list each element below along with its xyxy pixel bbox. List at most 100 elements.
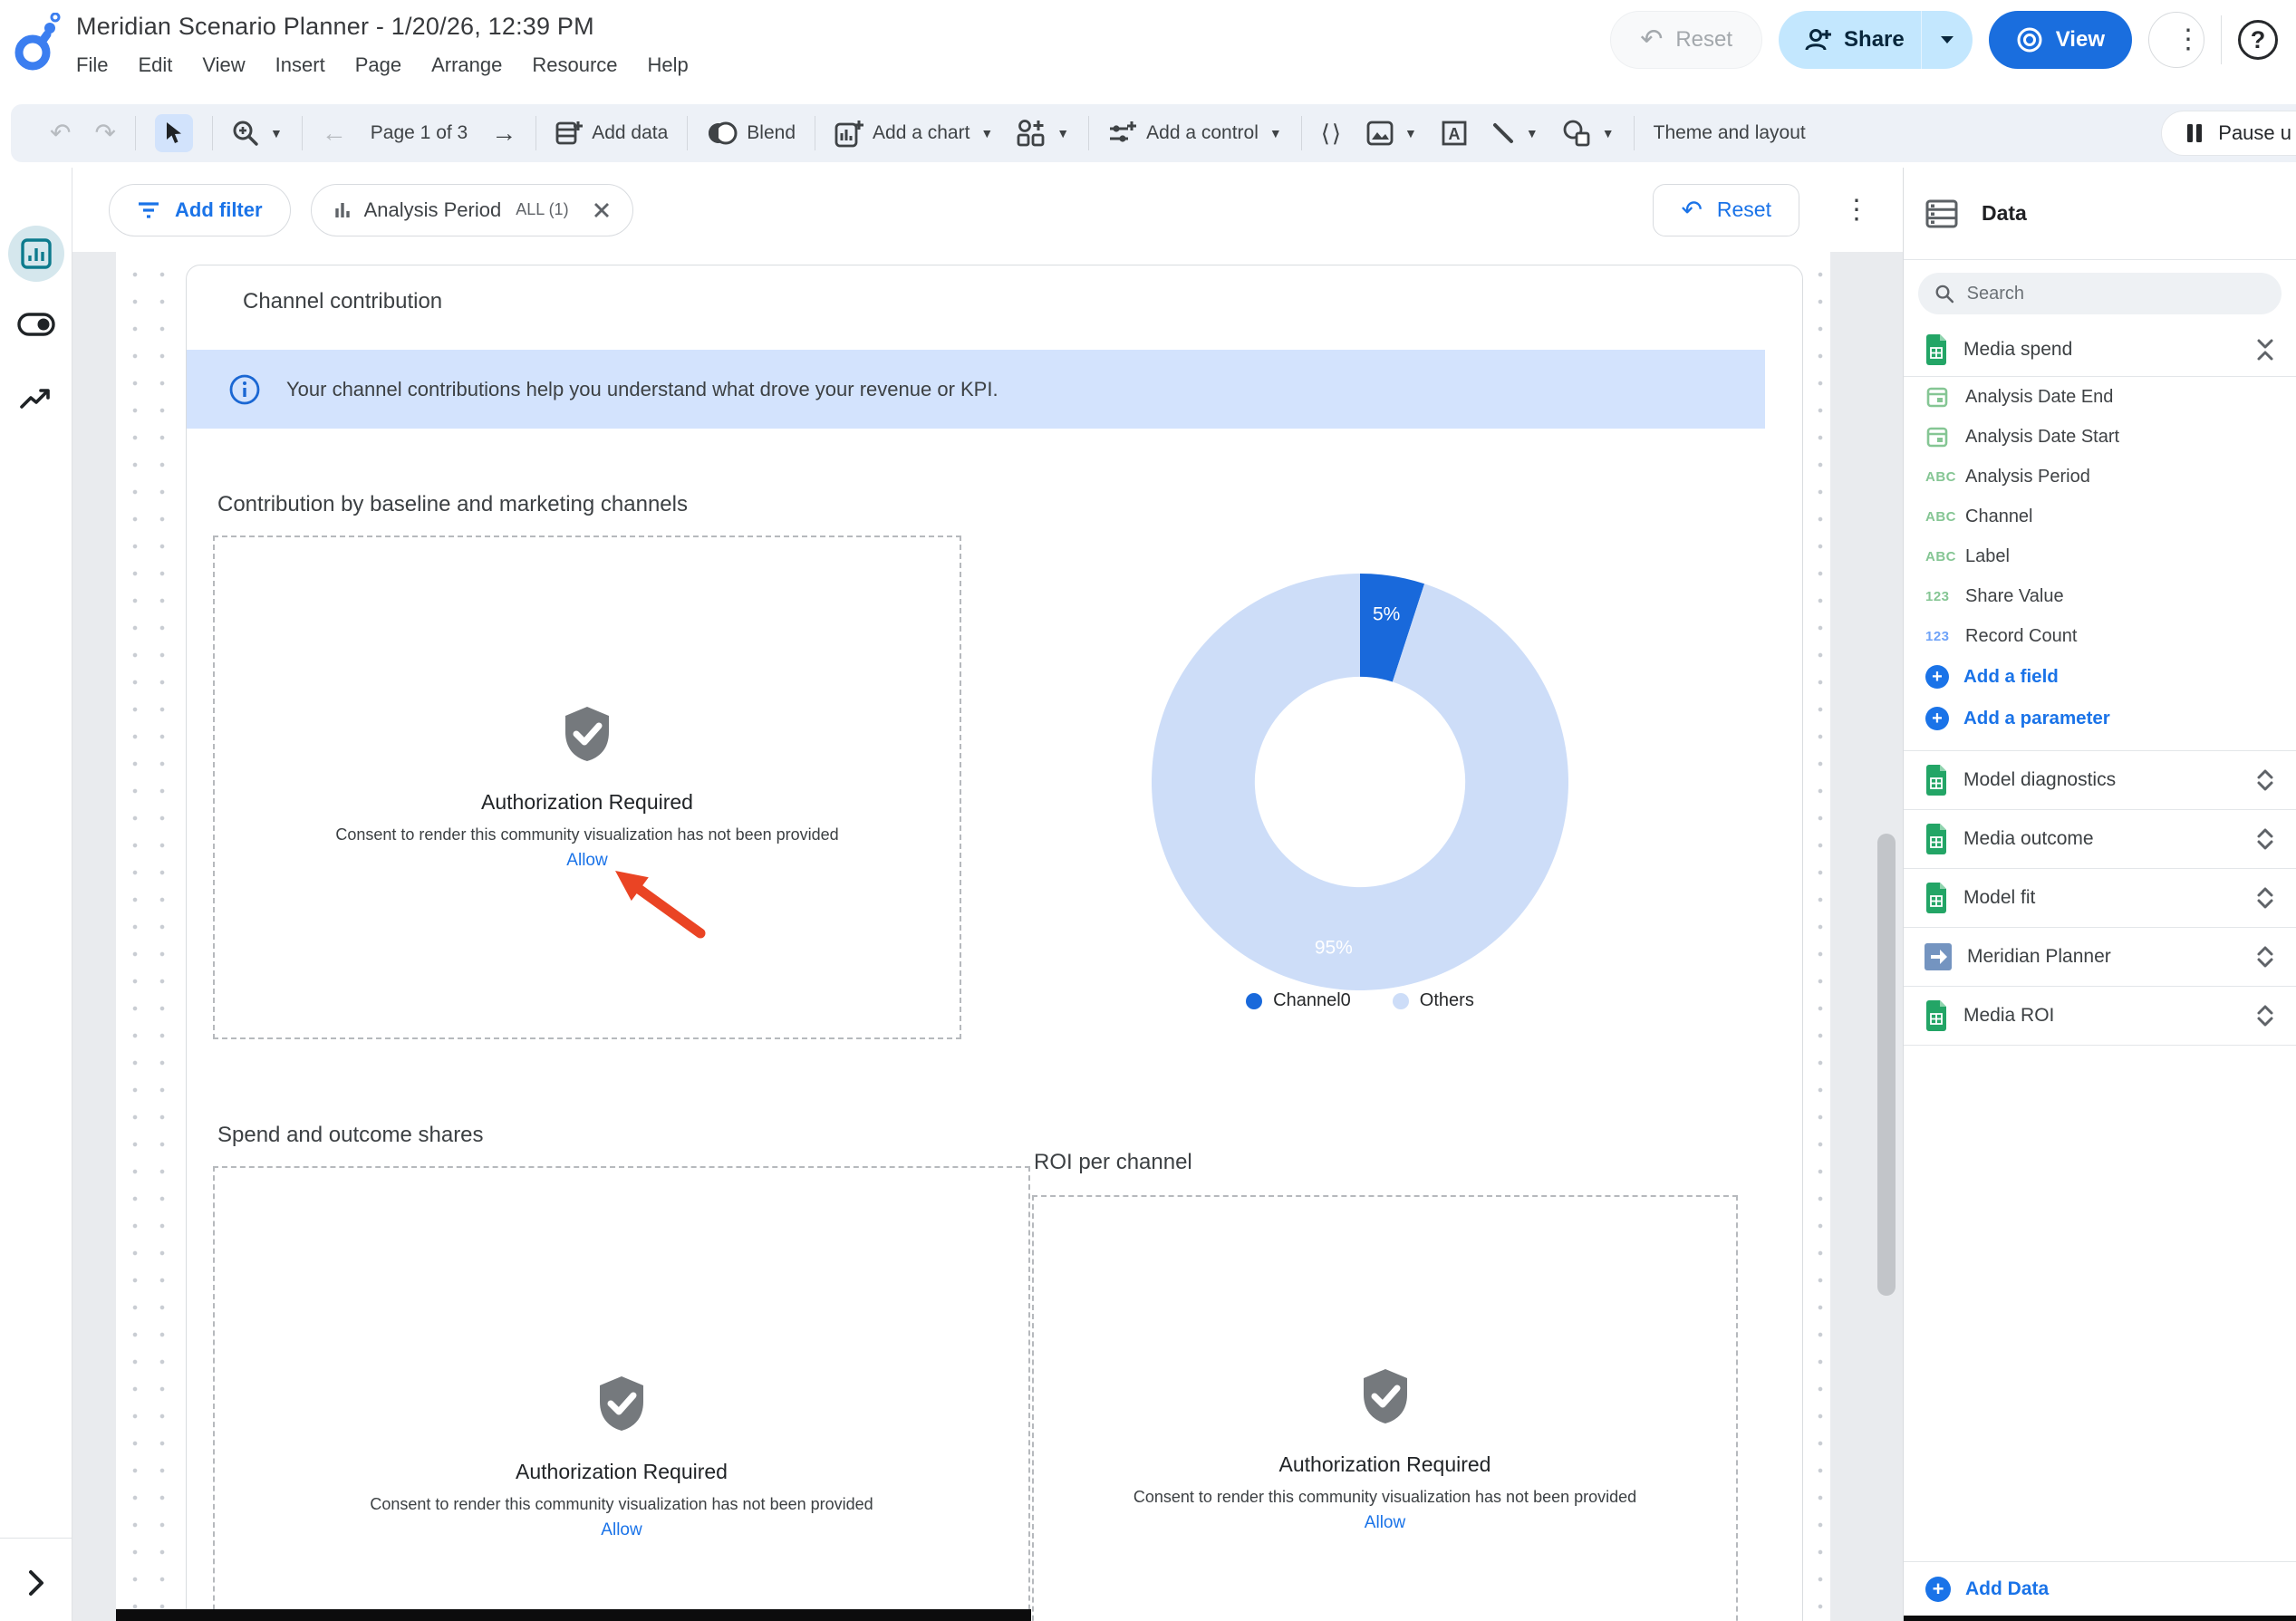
menu-file[interactable]: File (76, 53, 108, 77)
select-tool-active[interactable] (143, 114, 205, 152)
data-source-meridian-planner[interactable]: Meridian Planner (1904, 928, 2296, 987)
rail-expand-button[interactable] (26, 1568, 46, 1598)
menu-bar: File Edit View Insert Page Arrange Resou… (76, 53, 689, 77)
menu-view[interactable]: View (202, 53, 245, 77)
collapse-icon[interactable] (2254, 337, 2276, 362)
field-channel[interactable]: ABC Channel (1904, 497, 2296, 536)
data-source-media-roi[interactable]: Media ROI (1904, 987, 2296, 1046)
expand-icon[interactable] (2254, 767, 2276, 793)
insert-image-button[interactable]: ▼ (1355, 121, 1429, 146)
view-button[interactable]: View (1989, 11, 2132, 69)
undo-button[interactable]: ↶ (38, 121, 82, 146)
data-panel-title: Data (1982, 201, 2027, 226)
field-analysis-date-end[interactable]: Analysis Date End (1904, 377, 2296, 417)
add-control-button[interactable]: Add a control ▼ (1096, 120, 1294, 147)
pause-updates-button[interactable]: Pause u (2161, 111, 2296, 156)
add-a-parameter-button[interactable]: + Add a parameter (1904, 698, 2296, 739)
field-label[interactable]: ABC Label (1904, 536, 2296, 576)
redo-button[interactable]: ↷ (82, 121, 127, 146)
field-label: Analysis Period (1965, 467, 2090, 487)
info-banner-text: Your channel contributions help you unde… (286, 378, 998, 401)
report-title[interactable]: Meridian Scenario Planner - 1/20/26, 12:… (76, 13, 689, 41)
add-filter-button[interactable]: Add filter (109, 184, 291, 236)
add-field-label: Add a field (1963, 666, 2059, 688)
share-button[interactable]: Share (1779, 11, 1973, 69)
expand-icon[interactable] (2254, 944, 2276, 970)
prev-page-button[interactable]: ← (310, 121, 359, 146)
looker-studio-app: Meridian Scenario Planner - 1/20/26, 12:… (0, 0, 2296, 1621)
add-data-button[interactable]: Add data (544, 120, 680, 147)
page-indicator[interactable]: Page 1 of 3 (359, 122, 479, 144)
plus-icon: + (1925, 665, 1949, 689)
sheets-icon (1924, 824, 1949, 854)
blend-button[interactable]: Blend (695, 121, 807, 146)
expand-icon[interactable] (2254, 826, 2276, 852)
legend-item-channel0[interactable]: Channel0 (1246, 990, 1351, 1011)
expand-icon[interactable] (2254, 885, 2276, 911)
menu-help[interactable]: Help (648, 53, 689, 77)
annotation-arrow (599, 853, 726, 961)
data-source-media-spend[interactable]: Media spend (1904, 323, 2296, 376)
auth-message: Consent to render this community visuali… (370, 1495, 873, 1514)
shield-check-icon (596, 1375, 647, 1431)
insert-text-button[interactable]: A (1429, 120, 1480, 147)
menu-page[interactable]: Page (355, 53, 401, 77)
rail-report-tool-active[interactable] (8, 226, 64, 282)
zoom-tool[interactable]: ▼ (220, 120, 294, 147)
allow-link[interactable]: Allow (1365, 1513, 1405, 1533)
field-record-count[interactable]: 123 Record Count (1904, 616, 2296, 656)
data-grid-icon (1925, 199, 1958, 228)
chart1-auth-panel[interactable]: Authorization Required Consent to render… (213, 536, 961, 1039)
data-search-input[interactable] (1967, 284, 2265, 304)
add-chart-button[interactable]: Add a chart ▼ (823, 119, 1005, 148)
insert-line-button[interactable]: ▼ (1480, 121, 1550, 145)
data-search-box[interactable] (1918, 273, 2282, 314)
bar-chart-icon (20, 237, 53, 270)
reset-button-disabled[interactable]: ↶ Reset (1610, 11, 1762, 69)
data-source-model-fit[interactable]: Model fit (1904, 869, 2296, 928)
chart2-auth-panel[interactable]: Authorization Required Consent to render… (213, 1166, 1030, 1621)
rail-controls-tool[interactable] (17, 313, 55, 336)
menu-edit[interactable]: Edit (138, 53, 172, 77)
insert-shape-button[interactable]: ▼ (1550, 119, 1626, 148)
canvas-scrollbar[interactable] (1877, 834, 1896, 1296)
rail-trends-tool[interactable] (19, 387, 53, 412)
field-analysis-date-start[interactable]: Analysis Date Start (1904, 417, 2296, 457)
filter-bar-more-button[interactable]: ⋮ (1843, 197, 1870, 224)
close-icon[interactable] (593, 201, 611, 219)
field-analysis-period[interactable]: ABC Analysis Period (1904, 457, 2296, 497)
next-page-button[interactable]: → (479, 121, 528, 146)
data-source-name: Media outcome (1963, 828, 2240, 850)
data-panel-header: Data (1904, 168, 2296, 260)
donut-chart[interactable]: 5%95% (1143, 564, 1577, 999)
add-a-field-button[interactable]: + Add a field (1904, 656, 2296, 698)
more-options-button[interactable]: ⋮ (2148, 12, 2204, 68)
menu-resource[interactable]: Resource (532, 53, 617, 77)
authorization-block: Authorization Required Consent to render… (1034, 1197, 1736, 1621)
help-icon[interactable]: ? (2238, 20, 2278, 60)
chart3-title: ROI per channel (1034, 1150, 1192, 1175)
share-dropdown-caret[interactable] (1922, 35, 1973, 44)
community-visualizations-button[interactable]: ▼ (1005, 119, 1081, 148)
theme-and-layout-button[interactable]: Theme and layout (1642, 122, 1818, 144)
filter-reset-button[interactable]: ↶ Reset (1653, 184, 1799, 236)
auth-title: Authorization Required (516, 1460, 728, 1484)
embed-code-button[interactable]: ⟨⟩ (1309, 121, 1355, 145)
add-data-bottom-button[interactable]: + Add Data (1904, 1561, 2296, 1616)
report-canvas[interactable]: Channel contribution Your channel contri… (72, 252, 1903, 1621)
data-source-media-outcome[interactable]: Media outcome (1904, 810, 2296, 869)
legend-item-others[interactable]: Others (1393, 990, 1474, 1011)
allow-link[interactable]: Allow (601, 1520, 642, 1540)
field-label: Share Value (1965, 586, 2064, 607)
add-data-icon (555, 120, 583, 147)
data-source-model-diagnostics[interactable]: Model diagnostics (1904, 751, 2296, 810)
chart3-auth-panel[interactable]: Authorization Required Consent to render… (1032, 1195, 1738, 1621)
menu-arrange[interactable]: Arrange (431, 53, 502, 77)
donut-slice-Others[interactable] (1152, 574, 1568, 990)
field-label: Analysis Date Start (1965, 427, 2119, 448)
number-field-icon: 123 (1925, 589, 1950, 604)
field-share-value[interactable]: 123 Share Value (1904, 576, 2296, 616)
analysis-period-filter-chip[interactable]: Analysis Period ALL (1) (311, 184, 633, 236)
menu-insert[interactable]: Insert (275, 53, 325, 77)
expand-icon[interactable] (2254, 1003, 2276, 1028)
